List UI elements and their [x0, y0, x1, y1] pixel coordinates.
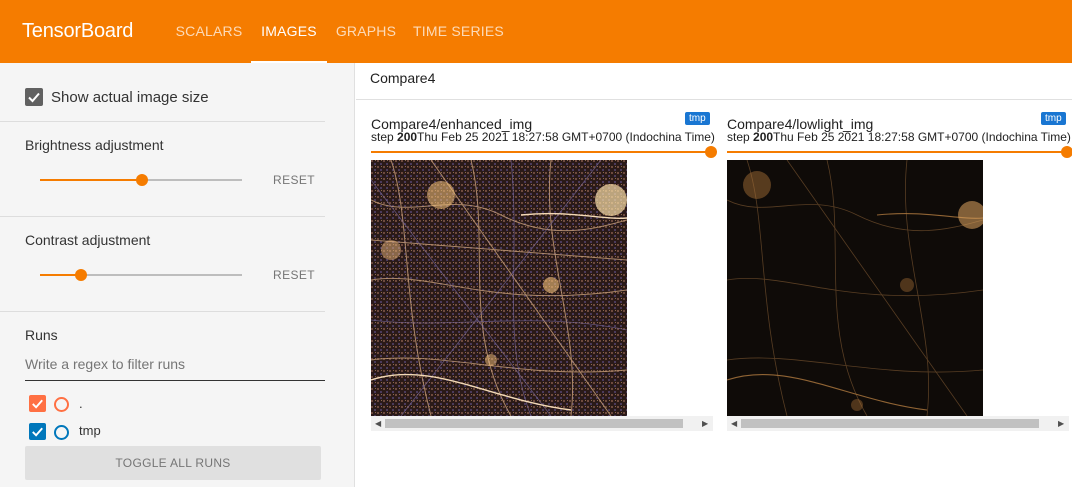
brightness-slider-thumb[interactable] [136, 174, 148, 186]
scrollbar-thumb[interactable] [741, 419, 1039, 428]
runs-filter-input[interactable]: Write a regex to filter runs [25, 351, 325, 381]
run-color-swatch-tmp[interactable] [54, 425, 69, 440]
tab-images[interactable]: IMAGES [251, 0, 327, 63]
step-slider[interactable] [371, 146, 717, 158]
divider [0, 311, 325, 312]
runs-title: Runs [25, 327, 58, 343]
group-header[interactable]: Compare4 [356, 63, 1072, 100]
divider [0, 216, 325, 217]
show-actual-size-label: Show actual image size [51, 89, 209, 106]
scroll-left-icon[interactable]: ◀ [731, 419, 737, 428]
brand-title: TensorBoard [22, 20, 134, 42]
tab-scalars[interactable]: SCALARS [166, 0, 252, 63]
top-toolbar: TensorBoard SCALARS IMAGES GRAPHS TIME S… [0, 0, 1072, 63]
scroll-right-icon[interactable]: ▶ [1058, 419, 1064, 428]
lowlight-image [727, 160, 983, 416]
image-card: Compare4/enhanced_img tmp step 200Thu Fe… [371, 100, 717, 440]
contrast-slider-thumb[interactable] [75, 269, 87, 281]
run-checkbox-dot[interactable] [29, 395, 46, 412]
step-info: step 200Thu Feb 25 2021 18:27:58 GMT+070… [371, 130, 715, 144]
brightness-slider-fill [40, 179, 142, 181]
step-slider-thumb[interactable] [1061, 146, 1072, 158]
sidebar: Show actual image size Brightness adjust… [0, 63, 355, 487]
image-card: Compare4/lowlight_img tmp step 200Thu Fe… [727, 100, 1072, 440]
horizontal-scrollbar[interactable]: ◀ ▶ [371, 416, 713, 431]
brightness-reset-button[interactable]: RESET [273, 173, 315, 187]
group-title: Compare4 [370, 70, 436, 86]
divider [0, 121, 325, 122]
toggle-all-runs-button[interactable]: TOGGLE ALL RUNS [25, 446, 321, 480]
run-label-dot: . [79, 396, 83, 411]
horizontal-scrollbar[interactable]: ◀ ▶ [727, 416, 1069, 431]
tab-time-series[interactable]: TIME SERIES [405, 0, 512, 63]
step-slider-thumb[interactable] [705, 146, 717, 158]
contrast-slider-track[interactable] [81, 274, 242, 276]
step-info: step 200Thu Feb 25 2021 18:27:58 GMT+070… [727, 130, 1071, 144]
step-slider[interactable] [727, 146, 1072, 158]
brightness-label: Brightness adjustment [25, 137, 164, 153]
contrast-reset-button[interactable]: RESET [273, 268, 315, 282]
tab-graphs[interactable]: GRAPHS [327, 0, 405, 63]
main-panel: Compare4 Compare4/enhanced_img tmp step … [356, 63, 1072, 487]
run-label-tmp: tmp [79, 423, 101, 438]
enhanced-image [371, 160, 627, 416]
brightness-slider-track[interactable] [142, 179, 242, 181]
run-badge: tmp [1041, 112, 1066, 125]
run-badge: tmp [685, 112, 710, 125]
scrollbar-thumb[interactable] [385, 419, 683, 428]
contrast-label: Contrast adjustment [25, 232, 151, 248]
run-checkbox-tmp[interactable] [29, 423, 46, 440]
scroll-right-icon[interactable]: ▶ [702, 419, 708, 428]
run-color-swatch-dot[interactable] [54, 397, 69, 412]
scroll-left-icon[interactable]: ◀ [375, 419, 381, 428]
show-actual-size-checkbox[interactable] [25, 88, 43, 106]
